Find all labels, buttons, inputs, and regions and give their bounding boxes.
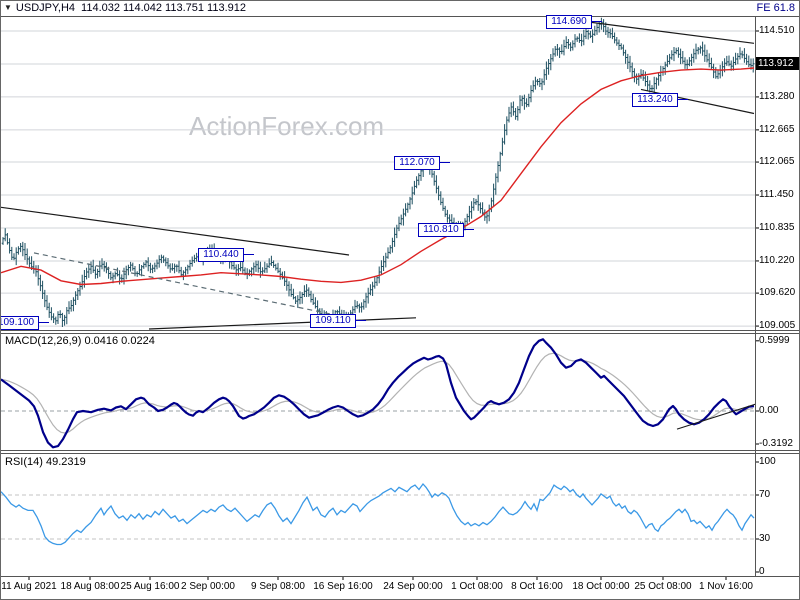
date-label: 2 Sep 00:00 [181, 581, 235, 592]
price-label: 112.070 [394, 156, 440, 170]
fib-expansion-label: FE 61.8 [756, 2, 795, 14]
y-axis-label: 109.005 [759, 320, 796, 332]
price-label: 110.440 [198, 248, 244, 262]
macd-axis-label: 0.5999 [759, 334, 790, 346]
rsi-line [1, 482, 755, 546]
rsi-axis-label: 30 [759, 533, 771, 544]
date-label: 24 Sep 00:00 [383, 581, 443, 592]
chart-window: ActionForex.com ▼ USDJPY,H4 114.032 114.04… [0, 0, 800, 600]
date-label: 25 Oct 08:00 [634, 581, 692, 592]
price-label: 109.100 [1, 316, 39, 330]
y-axis-label: 110.220 [759, 254, 795, 266]
current-price-tag: 113.912 [756, 57, 799, 70]
trendline[interactable] [1, 206, 350, 256]
ohlc-values: 114.032 114.042 113.751 113.912 [81, 2, 246, 14]
date-label: 16 Sep 16:00 [313, 581, 373, 592]
price-label: 114.690 [546, 15, 592, 29]
symbol-header: ▼ USDJPY,H4 114.032 114.042 113.751 113.91… [4, 2, 246, 14]
y-axis-label: 114.510 [759, 25, 795, 36]
y-axis-label: 110.835 [759, 221, 795, 233]
y-axis-label: 111.450 [759, 189, 794, 201]
macd-line [1, 338, 755, 449]
price-label: 109.110 [310, 314, 356, 328]
date-label: 1 Nov 16:00 [699, 581, 753, 592]
dropdown-arrow-icon[interactable]: ▼ [4, 3, 12, 12]
chart-canvas[interactable] [1, 1, 800, 600]
rsi-title: RSI(14) 49.2319 [5, 456, 86, 468]
symbol-title: USDJPY,H4 [15, 2, 76, 14]
rsi-axis-label: 70 [759, 489, 771, 500]
rsi-axis-label: 100 [759, 456, 776, 467]
y-axis-label: 109.620 [759, 287, 796, 299]
y-axis-label: 112.665 [759, 123, 795, 135]
macd-title: MACD(12,26,9) 0.0416 0.0224 [5, 335, 155, 347]
y-axis-label: 112.065 [759, 156, 795, 168]
rsi-axis-label: 0 [759, 566, 765, 577]
price-label: 110.810 [418, 223, 464, 237]
macd-axis-label: 0.00 [759, 405, 779, 416]
y-axis-label: 113.280 [759, 90, 795, 102]
price-label: 113.240 [632, 93, 678, 107]
macd-signal-line [1, 352, 754, 434]
trendline[interactable] [148, 317, 417, 330]
date-label: 9 Sep 08:00 [251, 581, 305, 592]
date-label: 8 Oct 16:00 [511, 581, 563, 592]
macd-axis-label: -0.3192 [759, 438, 793, 449]
